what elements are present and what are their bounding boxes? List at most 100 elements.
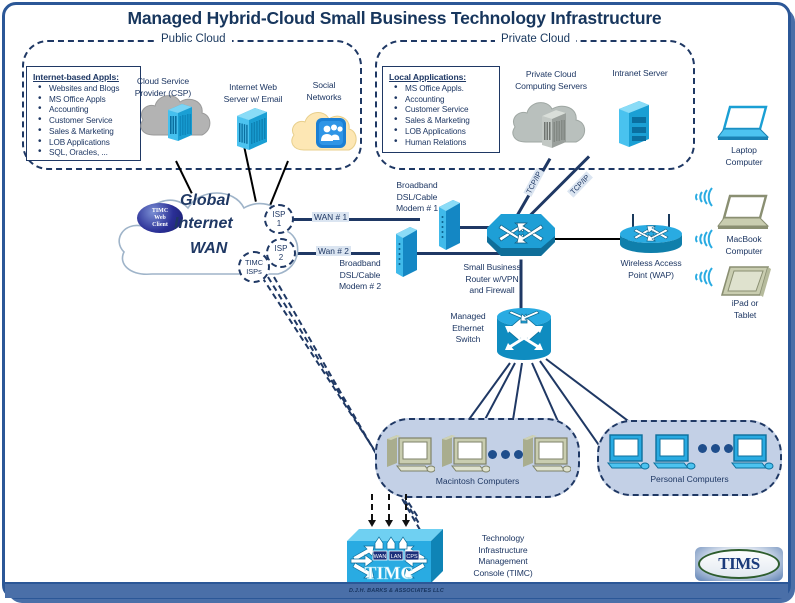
wap-line2: Point (WAP)	[628, 269, 674, 280]
privatecloud-label-line1: Private Cloud	[525, 69, 577, 79]
private-cloud-servers-icon	[508, 92, 590, 154]
pc-group-label: Personal Computers	[650, 474, 729, 484]
timc-port-wan-text: WAN	[374, 554, 387, 560]
mac-group-label: Macintosh Computers	[435, 476, 520, 486]
macbook-computer-icon	[716, 192, 772, 232]
router-line2: Router w/VPN	[465, 273, 519, 284]
modem1-line1: Broadband	[396, 180, 438, 190]
social-networks-icon	[288, 104, 360, 160]
macbook-line1: MacBook	[726, 234, 762, 244]
tims-logo-text: TIMS	[718, 554, 760, 573]
router-line3: and Firewall	[469, 285, 515, 295]
list-item: LOB Applications	[38, 137, 134, 149]
local-apps-list: MS Office Appls. Accounting Customer Ser…	[389, 83, 493, 149]
wap-label: Wireless Access Point (WAP)	[605, 258, 697, 281]
isp2-line1: ISP	[274, 244, 288, 253]
isp2-line2: 2	[278, 253, 284, 262]
list-item: SQL, Oracles, ...	[38, 147, 134, 159]
timc-arrow-1	[368, 520, 376, 527]
list-item: Accounting	[38, 104, 134, 116]
social-label-line1: Social	[312, 80, 336, 90]
footer-credit: D.J.H. BARKS & ASSOCIATES LLC	[348, 588, 445, 594]
timc-arrow-2	[385, 520, 393, 527]
link-label-wan1: WAN # 1	[312, 212, 350, 222]
intranet-server-icon	[613, 95, 655, 151]
internet-wan-line2: Internet	[174, 215, 233, 232]
private-cloud-servers-label: Private Cloud Computing Servers	[505, 69, 597, 92]
list-item: MS Office Appls.	[394, 83, 493, 95]
internet-apps-heading: Internet-based Appls:	[33, 72, 119, 82]
isp1-line1: ISP	[272, 210, 286, 219]
macintosh-computer-icon	[385, 433, 435, 477]
timc-arrow-stem-3	[405, 494, 407, 520]
ipad-label: iPad or Tablet	[706, 298, 784, 321]
zone-public-cloud-label: Public Cloud	[155, 33, 232, 45]
diagram-canvas: Managed Hybrid-Cloud Small Business Tech…	[0, 0, 795, 603]
timc-console-label: Technology Infrastructure Management Con…	[448, 533, 558, 579]
broadband-modem-1-label: Broadband DSL/Cable Modem # 1	[375, 180, 459, 215]
footer-band: D.J.H. BARKS & ASSOCIATES LLC	[5, 582, 788, 598]
list-item: Sales & Marketing	[38, 126, 134, 138]
social-label-line2: Networks	[306, 91, 342, 102]
modem2-line3: Modem # 2	[338, 281, 382, 291]
timc-console-icon: WAN LAN CPS TIMC	[345, 527, 445, 585]
pc-ellipsis-dots	[698, 444, 733, 453]
social-networks-label: Social Networks	[295, 80, 353, 103]
intranet-server-label: Intranet Server	[612, 68, 668, 78]
macbook-label: MacBook Computer	[704, 234, 784, 257]
laptop-computer-icon	[716, 103, 772, 143]
internet-wan-line3: WAN	[190, 240, 228, 257]
link-isp1-modem1	[288, 218, 420, 221]
timc-arrow-stem-1	[371, 494, 373, 520]
macbook-line2: Computer	[725, 245, 763, 256]
link-label-wan2: Wan # 2	[316, 246, 351, 256]
timc-isps-line2: ISPs	[246, 267, 262, 276]
internet-apps-list: Websites and Blogs MS Office Appls Accou…	[33, 83, 134, 159]
timc-console-line2: Infrastructure	[478, 544, 528, 555]
list-item: Accounting	[394, 94, 493, 106]
timc-box-text: TIMC	[365, 563, 414, 583]
ipad-tablet-icon	[718, 265, 772, 301]
web-client-line1: TIMC	[151, 207, 169, 214]
timc-arrow-stem-2	[388, 494, 390, 520]
ipad-line1: iPad or	[731, 298, 759, 308]
modem1-line2: DSL/Cable	[396, 191, 438, 202]
webserver-label-line1: Internet Web	[229, 82, 277, 92]
wifi-signal-icon	[688, 266, 714, 293]
wifi-signal-icon	[688, 186, 714, 213]
managed-ethernet-switch-icon	[495, 306, 553, 364]
modem2-line2: DSL/Cable	[339, 269, 381, 280]
timc-isps-node: TIMC ISPs	[238, 251, 270, 283]
list-item: Sales & Marketing	[394, 115, 493, 127]
isp-1-node: ISP 1	[264, 204, 294, 234]
timc-port-cps-text: CPS	[406, 554, 418, 560]
list-item: LOB Applications	[394, 126, 493, 138]
csp-label-line2: Provider (CSP)	[134, 87, 192, 98]
csp-label: Cloud Service Provider (CSP)	[122, 76, 204, 99]
laptop-label: Laptop Computer	[706, 145, 782, 168]
local-apps-heading: Local Applications:	[389, 72, 467, 82]
webserver-label-line2: Server w/ Email	[223, 93, 283, 104]
list-item: Customer Service	[394, 104, 493, 116]
zone-private-cloud-label: Private Cloud	[495, 33, 577, 45]
modem2-line1: Broadband	[339, 258, 381, 268]
internet-wan-line1: Global	[180, 192, 230, 209]
broadband-modem-2-label: Broadband DSL/Cable Modem # 2	[318, 258, 402, 293]
isp1-line2: 1	[276, 219, 282, 228]
switch-label: Managed Ethernet Switch	[440, 311, 496, 346]
list-item: Customer Service	[38, 115, 134, 127]
mac-ellipsis-dots	[488, 450, 523, 459]
modem1-line3: Modem # 1	[395, 203, 439, 213]
web-client-line2: Web	[154, 214, 166, 221]
macintosh-computer-icon	[521, 433, 571, 477]
personal-computer-icon	[730, 431, 776, 473]
router-label: Small Business Router w/VPN and Firewall	[446, 262, 538, 297]
page-title: Managed Hybrid-Cloud Small Business Tech…	[127, 8, 662, 28]
csp-label-line1: Cloud Service	[136, 76, 190, 86]
list-item: Human Relations	[394, 137, 493, 149]
isp-2-node: ISP 2	[266, 238, 296, 268]
personal-computer-icon	[606, 431, 652, 473]
web-client-line3: Client	[152, 221, 168, 228]
timc-isps-line1: TIMC	[244, 258, 264, 267]
personal-computer-icon	[652, 431, 698, 473]
